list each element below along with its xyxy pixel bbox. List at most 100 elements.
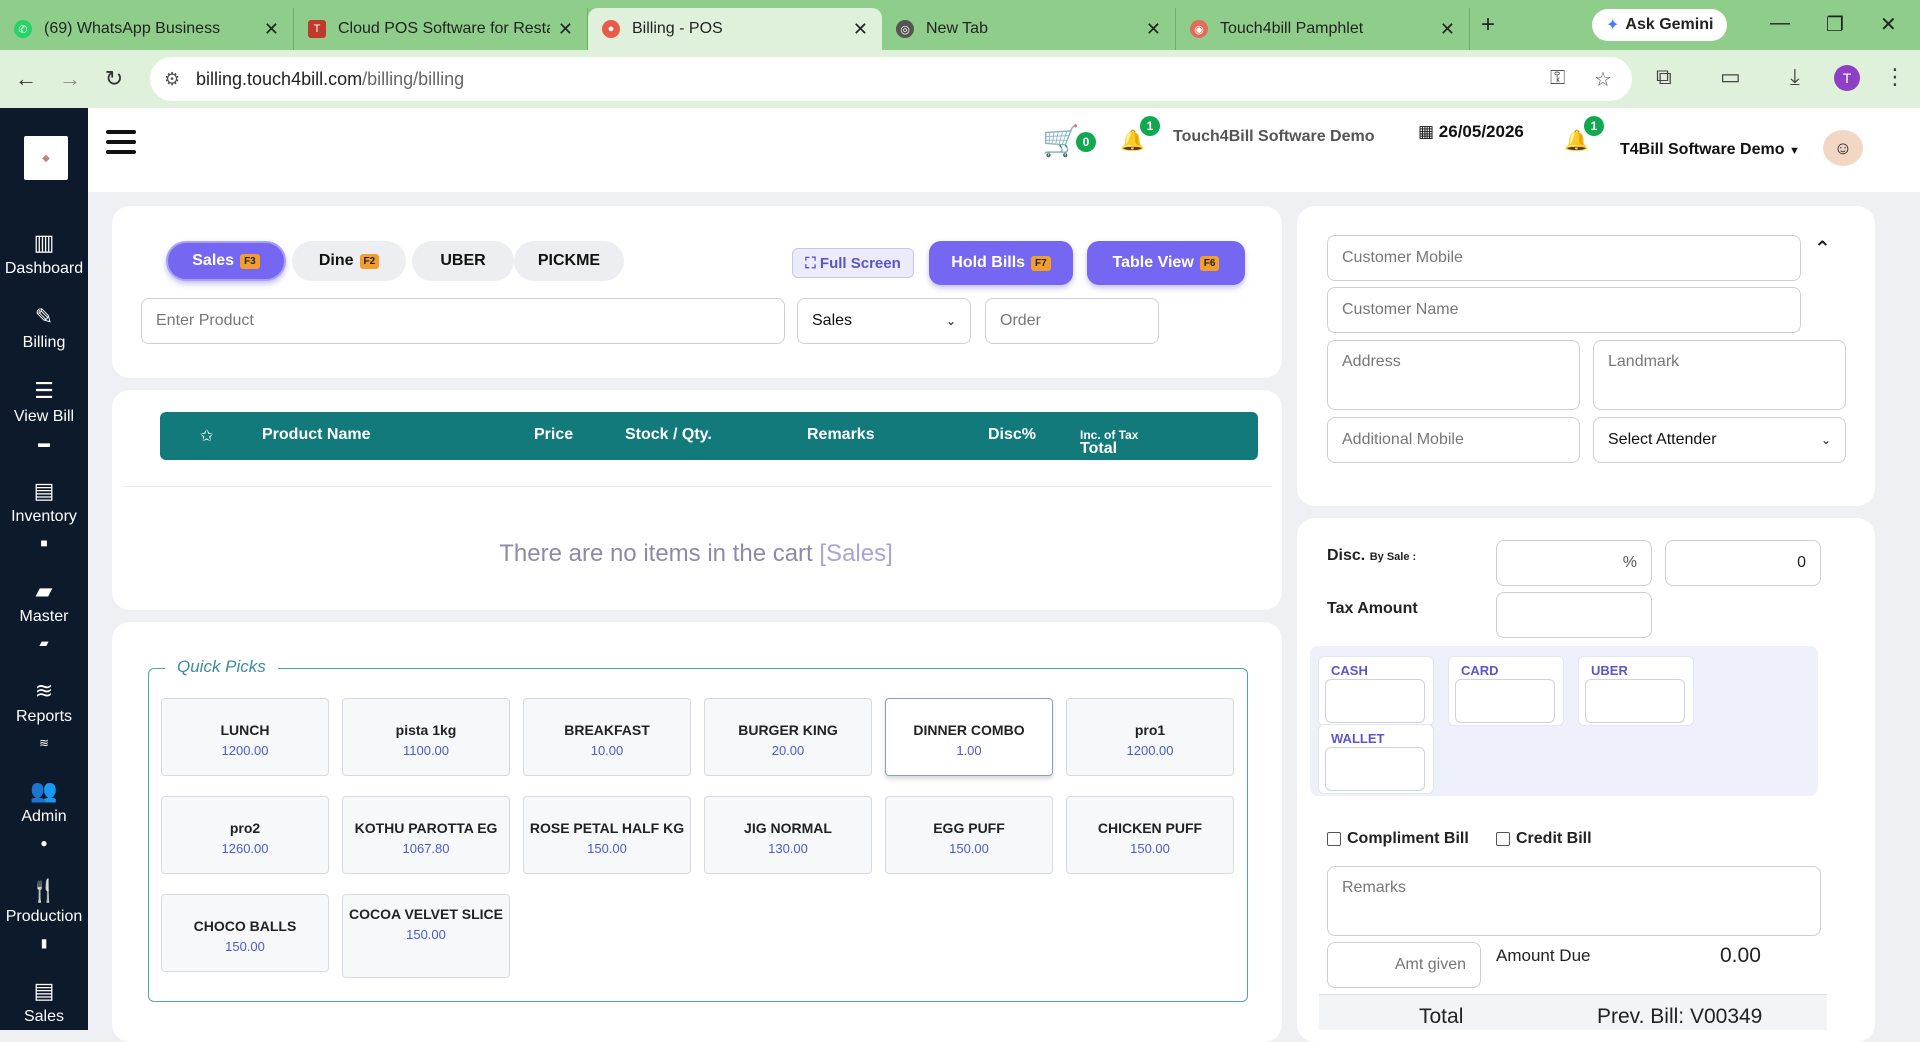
quick-pick-item[interactable]: BREAKFAST 10.00 bbox=[523, 698, 691, 776]
app-logo[interactable]: ◆ bbox=[24, 136, 68, 180]
quick-pick-name: LUNCH bbox=[220, 722, 270, 738]
browser-tab-active[interactable]: ● Billing - POS ✕ bbox=[588, 8, 882, 50]
quick-pick-item[interactable]: pro2 1260.00 bbox=[161, 796, 329, 874]
payment-methods: CASH CARD UBER WALLET bbox=[1310, 646, 1818, 796]
back-icon[interactable]: ← bbox=[8, 66, 44, 92]
app-header: 🛒 0 🔔 1 Touch4Bill Software Demo ▦ 26/05… bbox=[88, 108, 1920, 192]
customer-mobile-input[interactable]: Customer Mobile bbox=[1327, 235, 1801, 281]
sidebar-item-view-bill[interactable]: ☰ View Bill ▬ bbox=[0, 378, 88, 450]
tab-pickme[interactable]: PICKME bbox=[514, 241, 624, 281]
landmark-textarea[interactable]: Landmark bbox=[1593, 340, 1846, 410]
utensils-icon: 🍴 bbox=[30, 878, 58, 903]
full-screen-button[interactable]: ⛶ Full Screen bbox=[792, 248, 914, 278]
quick-pick-item[interactable]: KOTHU PAROTTA EG 1067.80 bbox=[342, 796, 510, 874]
key-icon[interactable]: ⚿ bbox=[1550, 67, 1565, 90]
submenu-icon: ● bbox=[40, 836, 48, 850]
sidebar-item-sales[interactable]: ▤ Sales bbox=[0, 978, 88, 1026]
user-menu[interactable]: T4Bill Software Demo ▼ bbox=[1620, 141, 1800, 159]
quick-pick-price: 20.00 bbox=[771, 743, 805, 758]
tab-uber[interactable]: UBER bbox=[412, 241, 514, 281]
bookmark-star-icon[interactable]: ☆ bbox=[1594, 67, 1612, 92]
order-input[interactable]: Order bbox=[985, 298, 1159, 344]
quick-pick-item[interactable]: COCOA VELVET SLICE 150.00 bbox=[342, 894, 510, 978]
quick-pick-item[interactable]: LUNCH 1200.00 bbox=[161, 698, 329, 776]
sale-mode-select[interactable]: Sales ⌄ bbox=[797, 298, 971, 344]
quick-pick-item[interactable]: BURGER KING 20.00 bbox=[704, 698, 872, 776]
hold-bills-button[interactable]: Hold Bills F7 bbox=[929, 241, 1073, 285]
tax-amount-input[interactable] bbox=[1496, 592, 1652, 638]
new-tab-button[interactable]: + bbox=[1470, 11, 1506, 39]
close-tab-icon[interactable]: ✕ bbox=[1440, 19, 1455, 40]
close-window-icon[interactable]: ✕ bbox=[1880, 12, 1897, 37]
tax-amount-label: Tax Amount bbox=[1327, 600, 1418, 617]
address-bar[interactable]: ⚙ billing.touch4bill.com/billing/billing… bbox=[150, 57, 1632, 101]
cast-icon[interactable]: ▭ bbox=[1720, 64, 1741, 90]
discount-percent-input[interactable]: % bbox=[1496, 540, 1652, 586]
attender-select[interactable]: Select Attender ⌄ bbox=[1593, 417, 1846, 463]
ask-gemini-button[interactable]: ✦ Ask Gemini bbox=[1592, 9, 1728, 41]
close-tab-icon[interactable]: ✕ bbox=[558, 19, 573, 40]
sidebar-item-admin[interactable]: 👥 Admin ● bbox=[0, 778, 88, 850]
reload-icon[interactable]: ↻ bbox=[96, 66, 132, 92]
quick-pick-price: 1200.00 bbox=[1126, 743, 1174, 758]
user-avatar[interactable]: ☺ bbox=[1823, 130, 1863, 166]
quick-pick-item[interactable]: ROSE PETAL HALF KG 150.00 bbox=[523, 796, 691, 874]
wallet-amount-input[interactable] bbox=[1325, 747, 1425, 791]
collapse-chevron-icon[interactable]: ⌃ bbox=[1814, 236, 1831, 261]
menu-kebab-icon[interactable]: ⋮ bbox=[1884, 64, 1906, 90]
quick-pick-item[interactable]: JIG NORMAL 130.00 bbox=[704, 796, 872, 874]
quick-pick-item[interactable]: EGG PUFF 150.00 bbox=[885, 796, 1053, 874]
sidebar-item-billing[interactable]: ✎ Billing bbox=[0, 304, 88, 352]
close-tab-icon[interactable]: ✕ bbox=[264, 19, 279, 40]
quick-pick-name: KOTHU PAROTTA EG bbox=[354, 820, 498, 836]
amount-due-value: 0.00 bbox=[1720, 944, 1761, 967]
sidebar-item-production[interactable]: 🍴 Production ▮ bbox=[0, 878, 88, 950]
discount-amount-input[interactable]: 0 bbox=[1665, 540, 1821, 586]
quick-pick-item[interactable]: DINNER COMBO 1.00 bbox=[885, 698, 1053, 776]
table-view-button[interactable]: Table View F6 bbox=[1087, 241, 1245, 285]
sidebar-item-dashboard[interactable]: ▥ Dashboard bbox=[0, 230, 88, 278]
compliment-bill-checkbox[interactable]: Compliment Bill bbox=[1327, 830, 1469, 848]
discount-label: Disc. By Sale : bbox=[1327, 547, 1417, 564]
download-icon[interactable]: ⤓ bbox=[1790, 64, 1800, 90]
quick-pick-item[interactable]: pro1 1200.00 bbox=[1066, 698, 1234, 776]
browser-tab[interactable]: ◉ Touch4bill Pamphlet ✕ bbox=[1176, 8, 1470, 50]
extensions-icon[interactable]: ⧉ bbox=[1656, 64, 1672, 90]
product-search-input[interactable]: Enter Product bbox=[141, 298, 785, 344]
quick-pick-item[interactable]: CHOCO BALLS 150.00 bbox=[161, 894, 329, 972]
amount-given-input[interactable]: Amt given bbox=[1327, 942, 1481, 988]
hamburger-menu-icon[interactable] bbox=[106, 130, 136, 154]
profile-avatar[interactable]: T bbox=[1834, 65, 1860, 91]
additional-mobile-input[interactable]: Additional Mobile bbox=[1327, 417, 1580, 463]
brand-name: Touch4Bill Software Demo bbox=[1173, 128, 1375, 145]
browser-tab[interactable]: ✆ (69) WhatsApp Business ✕ bbox=[0, 8, 294, 50]
address-textarea[interactable]: Address bbox=[1327, 340, 1580, 410]
tab-dine[interactable]: Dine F2 bbox=[292, 241, 406, 281]
browser-tab[interactable]: ◎ New Tab ✕ bbox=[882, 8, 1176, 50]
credit-bill-checkbox[interactable]: Credit Bill bbox=[1496, 830, 1592, 848]
browser-toolbar: ← → ↻ ⚙ billing.touch4bill.com/billing/b… bbox=[0, 50, 1920, 108]
url-path: /billing/billing bbox=[362, 68, 465, 89]
card-amount-input[interactable] bbox=[1455, 679, 1555, 723]
maximize-icon[interactable]: ❐ bbox=[1826, 12, 1844, 37]
sidebar-item-master[interactable]: ▰ Master ▰ bbox=[0, 578, 88, 650]
tab-sales[interactable]: Sales F3 bbox=[166, 241, 286, 281]
quick-pick-name: pro2 bbox=[229, 820, 261, 836]
site-info-icon[interactable]: ⚙ bbox=[164, 69, 180, 90]
uber-amount-input[interactable] bbox=[1585, 679, 1685, 723]
minimize-icon[interactable]: — bbox=[1770, 12, 1790, 35]
browser-tab[interactable]: T Cloud POS Software for Restau ✕ bbox=[294, 8, 588, 50]
sidebar-item-reports[interactable]: ≋ Reports ≋ bbox=[0, 678, 88, 750]
customer-name-input[interactable]: Customer Name bbox=[1327, 287, 1801, 333]
forward-icon[interactable]: → bbox=[52, 66, 88, 92]
quick-pick-item[interactable]: CHICKEN PUFF 150.00 bbox=[1066, 796, 1234, 874]
remarks-textarea[interactable]: Remarks bbox=[1327, 866, 1821, 936]
cart-icon[interactable]: 🛒 bbox=[1042, 124, 1079, 159]
star-icon: ✩ bbox=[200, 428, 214, 445]
cash-amount-input[interactable] bbox=[1325, 679, 1425, 723]
close-tab-icon[interactable]: ✕ bbox=[1146, 19, 1161, 40]
quick-pick-item[interactable]: pista 1kg 1100.00 bbox=[342, 698, 510, 776]
sidebar-item-inventory[interactable]: ▤ Inventory ■ bbox=[0, 478, 88, 550]
close-tab-icon[interactable]: ✕ bbox=[853, 19, 868, 40]
amount-due-label: Amount Due bbox=[1496, 946, 1591, 965]
